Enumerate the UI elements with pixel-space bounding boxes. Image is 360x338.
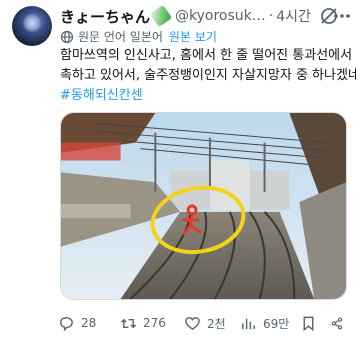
reply-button[interactable]: 28 xyxy=(58,315,120,332)
bookmark-icon xyxy=(303,316,314,331)
hashtag-link[interactable]: #동해되신칸센 xyxy=(60,86,356,106)
tweet-actions: 28 276 2천 69만 xyxy=(58,312,356,334)
translation-label: 원문 언어 일본어 xyxy=(78,30,163,44)
avatar[interactable] xyxy=(12,6,52,46)
display-name[interactable]: きょーちゃん xyxy=(60,6,150,27)
timestamp[interactable]: 4시간 xyxy=(276,6,311,26)
globe-icon xyxy=(60,30,74,44)
views-button[interactable]: 69만 xyxy=(240,315,300,332)
heart-icon xyxy=(185,316,200,330)
analytics-icon xyxy=(242,318,255,329)
like-button[interactable]: 2천 xyxy=(184,315,240,332)
avatar-image xyxy=(22,14,42,32)
translation-notice: 원문 언어 일본어 원본 보기 xyxy=(60,28,217,45)
more-options-icon[interactable] xyxy=(332,6,352,26)
bookmark-button[interactable] xyxy=(300,315,330,332)
view-count: 69만 xyxy=(263,316,290,331)
reply-count: 28 xyxy=(81,316,97,330)
retweet-button[interactable]: 276 xyxy=(120,315,184,332)
tweet-text-line-1: 함마쓰역의 인신사고, 홈에서 한 줄 떨어진 통과선에서 접 xyxy=(60,48,356,63)
retweet-icon xyxy=(120,318,137,328)
retweet-count: 276 xyxy=(143,316,166,330)
show-original-link[interactable]: 원본 보기 xyxy=(169,28,217,45)
tweet-text-line-2: 촉하고 있어서, 술주정뱅이인지 자살지망자 중 하나겠네. xyxy=(60,68,356,83)
user-handle[interactable]: @kyorosuk… xyxy=(175,8,266,24)
tweet-photo[interactable] xyxy=(60,112,347,300)
tweet-text: 함마쓰역의 인신사고, 홈에서 한 줄 떨어진 통과선에서 접 촉하고 있어서,… xyxy=(60,46,356,106)
share-icon xyxy=(331,316,343,330)
railway-station-photo xyxy=(61,113,346,299)
reply-icon xyxy=(60,316,73,331)
tweet-header: きょーちゃん @kyorosuk… · 4시간 xyxy=(60,4,352,28)
syringe-emoji-icon xyxy=(149,4,173,28)
share-button[interactable] xyxy=(330,315,350,332)
like-count: 2천 xyxy=(207,316,226,331)
separator: · xyxy=(268,8,274,24)
